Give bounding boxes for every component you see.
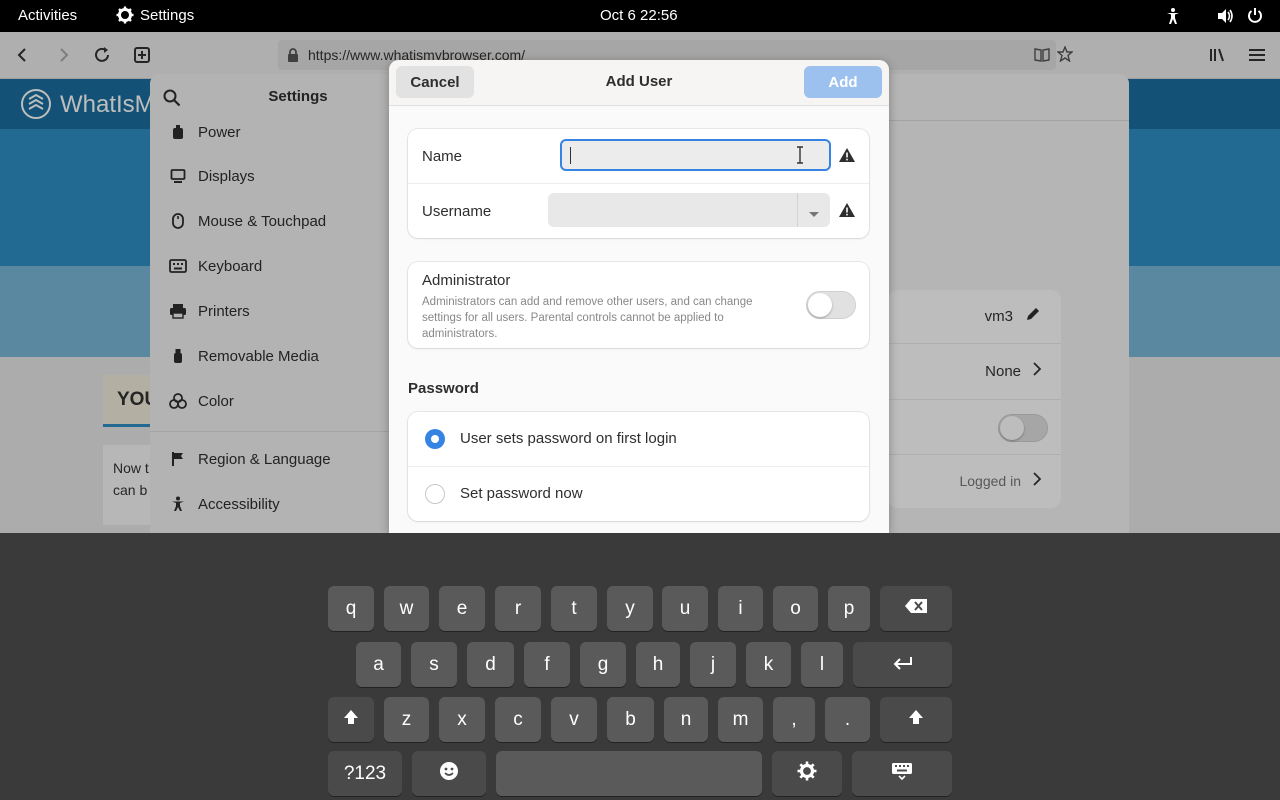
key-m[interactable]: m	[718, 697, 763, 742]
name-label: Name	[422, 148, 463, 165]
identity-card: Name Username	[408, 129, 869, 238]
dialog-header: Cancel Add User Add	[389, 60, 889, 106]
key-z[interactable]: z	[384, 697, 429, 742]
shift-key-right[interactable]	[880, 697, 952, 742]
shift-icon	[343, 709, 359, 731]
key-y[interactable]: y	[607, 586, 653, 631]
app-menu[interactable]: Settings	[140, 7, 194, 24]
activities-button[interactable]: Activities	[18, 7, 77, 24]
power-icon[interactable]	[1247, 7, 1263, 28]
username-label: Username	[422, 203, 492, 220]
emoji-key[interactable]	[412, 751, 486, 796]
shift-icon	[908, 709, 924, 731]
hide-keyboard-key[interactable]	[852, 751, 952, 796]
password-option-label: User sets password on first login	[460, 430, 677, 447]
key-x[interactable]: x	[439, 697, 485, 742]
key-c[interactable]: c	[495, 697, 541, 742]
key-g[interactable]: g	[580, 642, 626, 687]
key-e[interactable]: e	[439, 586, 485, 631]
key-period[interactable]: .	[825, 697, 870, 742]
key-j[interactable]: j	[690, 642, 736, 687]
username-combobox[interactable]	[548, 193, 830, 227]
radio-unselected[interactable]	[425, 484, 445, 504]
administrator-description: Administrators can add and remove other …	[422, 296, 753, 340]
enter-key[interactable]	[853, 642, 952, 687]
key-s[interactable]: s	[411, 642, 457, 687]
warning-icon	[838, 201, 856, 219]
key-h[interactable]: h	[636, 642, 680, 687]
keyboard-settings-key[interactable]	[772, 751, 842, 796]
key-q[interactable]: q	[328, 586, 374, 631]
password-option-first-login[interactable]: User sets password on first login	[408, 412, 869, 466]
clock[interactable]: Oct 6 22:56	[600, 7, 678, 24]
key-v[interactable]: v	[551, 697, 597, 742]
key-k[interactable]: k	[746, 642, 791, 687]
key-b[interactable]: b	[607, 697, 654, 742]
radio-selected[interactable]	[425, 429, 445, 449]
key-w[interactable]: w	[384, 586, 429, 631]
accessibility-icon[interactable]	[1164, 7, 1182, 29]
warning-icon	[838, 146, 856, 164]
backspace-icon	[904, 598, 928, 620]
administrator-toggle[interactable]	[806, 291, 856, 319]
name-input[interactable]	[560, 139, 831, 171]
key-n[interactable]: n	[664, 697, 708, 742]
key-o[interactable]: o	[773, 586, 818, 631]
on-screen-keyboard: q w e r t y u i o p a s d f g h j k l z …	[0, 533, 1280, 800]
add-user-dialog: Cancel Add User Add Name Username Admini…	[389, 60, 889, 533]
key-l[interactable]: l	[801, 642, 843, 687]
backspace-key[interactable]	[880, 586, 952, 631]
shift-key-left[interactable]	[328, 697, 374, 742]
key-f[interactable]: f	[524, 642, 570, 687]
password-heading: Password	[408, 380, 479, 397]
key-p[interactable]: p	[828, 586, 870, 631]
password-option-set-now[interactable]: Set password now	[408, 467, 869, 521]
space-key[interactable]	[496, 751, 762, 796]
volume-icon[interactable]	[1217, 8, 1235, 28]
hide-keyboard-icon	[891, 762, 913, 786]
key-d[interactable]: d	[467, 642, 514, 687]
gear-icon	[797, 761, 817, 787]
key-a[interactable]: a	[356, 642, 401, 687]
gear-icon	[116, 6, 134, 28]
symbols-key[interactable]: ?123	[328, 751, 402, 796]
administrator-title: Administrator	[422, 272, 511, 289]
key-comma[interactable]: ,	[773, 697, 815, 742]
top-bar: Activities Settings Oct 6 22:56	[0, 0, 1280, 32]
enter-icon	[893, 654, 913, 676]
key-i[interactable]: i	[718, 586, 763, 631]
text-cursor-icon	[796, 146, 804, 169]
administrator-card: Administrator Administrators can add and…	[408, 262, 869, 348]
password-option-label: Set password now	[460, 485, 583, 502]
emoji-icon	[439, 761, 459, 787]
dropdown-arrow-icon[interactable]	[808, 206, 820, 224]
add-button[interactable]: Add	[804, 66, 882, 98]
key-t[interactable]: t	[551, 586, 597, 631]
key-r[interactable]: r	[495, 586, 541, 631]
key-u[interactable]: u	[662, 586, 708, 631]
password-options-card: User sets password on first login Set pa…	[408, 412, 869, 521]
cancel-button[interactable]: Cancel	[396, 66, 474, 98]
